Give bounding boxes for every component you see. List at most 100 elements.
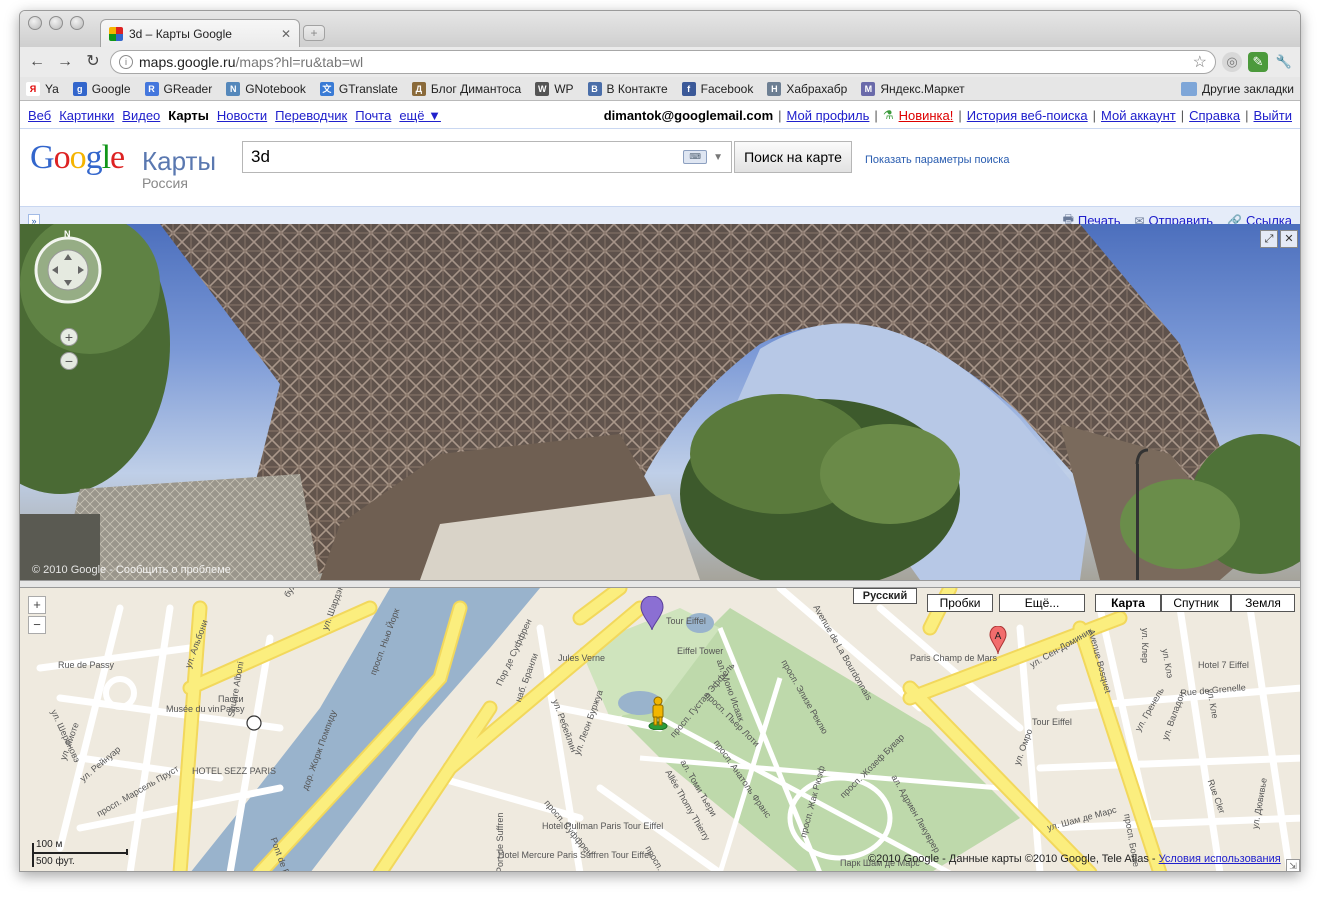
google-maps-logo[interactable]: Google Карты Россия — [30, 139, 230, 195]
new-feature-link[interactable]: Новинка! — [899, 108, 954, 123]
new-tab-button[interactable]: + — [303, 25, 325, 41]
logo-product-name: Карты — [142, 146, 217, 176]
bookmark-label: WP — [554, 81, 574, 96]
forward-icon[interactable]: → — [54, 51, 76, 73]
terms-of-use-link[interactable]: Условия использования — [1159, 853, 1281, 865]
bookmark-item[interactable]: Я Ya — [26, 81, 59, 96]
result-marker-icon[interactable]: A — [989, 626, 1007, 654]
logout-link[interactable]: Выйти — [1254, 108, 1293, 123]
service-link[interactable]: Картинки — [59, 108, 114, 123]
search-map-button[interactable]: Поиск на карте — [734, 141, 852, 173]
bookmark-item[interactable]: M Яндекс.Маркет — [861, 81, 965, 96]
service-link[interactable]: Карты — [168, 108, 209, 123]
service-link[interactable]: Видео — [122, 108, 160, 123]
browser-toolbar: ← → ↻ i maps.google.ru/maps?hl=ru&tab=wl… — [20, 47, 1300, 77]
map-canvas[interactable]: бул. Делессерул. ШардэнRue de Passyул. А… — [20, 588, 1300, 871]
map-street-label: Hotel 7 Eiffel — [1198, 660, 1249, 670]
logo-letter: o — [69, 139, 87, 176]
bookmark-label: Google — [91, 81, 131, 96]
bookmark-item[interactable]: f Facebook — [681, 81, 754, 96]
bookmark-item[interactable]: B В Контакте — [587, 81, 668, 96]
bookmark-item[interactable]: Д Блог Димантоса — [411, 81, 521, 96]
browser-window: 3d – Карты Google ✕ + ← → ↻ i maps.googl… — [19, 10, 1301, 872]
search-options-link[interactable]: Показать параметры поиска — [865, 154, 1009, 166]
panel-divider[interactable] — [20, 580, 1300, 588]
map-type-button[interactable]: Земля — [1231, 594, 1295, 612]
zoom-out-icon[interactable]: − — [60, 352, 78, 370]
service-link[interactable]: Веб — [28, 108, 51, 123]
service-link[interactable]: ещё ▼ — [399, 108, 441, 123]
bookmark-item[interactable]: 文 GTranslate — [319, 81, 398, 96]
google-wordmark: Google — [30, 139, 125, 176]
other-bookmarks[interactable]: Другие закладки — [1181, 81, 1294, 96]
help-link[interactable]: Справка — [1189, 108, 1240, 123]
bookmark-favicon-icon: N — [226, 81, 241, 96]
my-account-link[interactable]: Мой аккаунт — [1101, 108, 1176, 123]
evernote-extension-icon[interactable]: ✎ — [1248, 52, 1268, 72]
bookmark-item[interactable]: N GNotebook — [226, 81, 306, 96]
purple-marker-icon[interactable] — [640, 596, 664, 630]
map-street-label: ул. Клер — [1140, 628, 1150, 664]
logo-letter: o — [53, 139, 71, 176]
google-bar: Веб Картинки Видео Карты Новости Переводчик По… — [20, 102, 1300, 128]
map-zoom-in-icon[interactable]: + — [28, 596, 46, 614]
minimize-window-icon[interactable] — [49, 16, 63, 30]
chevron-down-icon[interactable]: ▼ — [713, 152, 723, 163]
address-bar[interactable]: i maps.google.ru/maps?hl=ru&tab=wl ☆ — [110, 50, 1216, 74]
globe-extension-icon[interactable]: ◎ — [1222, 52, 1242, 72]
map-type-button[interactable]: Карта — [1095, 594, 1161, 612]
reload-icon[interactable]: ↻ — [82, 51, 104, 73]
wrench-menu-icon[interactable]: 🔧 — [1274, 52, 1294, 72]
map-zoom-control: + − — [28, 596, 46, 636]
service-link[interactable]: Переводчик — [275, 108, 347, 123]
bookmark-label: GNotebook — [245, 81, 306, 96]
page-info-icon[interactable]: i — [119, 55, 133, 69]
bookmark-star-icon[interactable]: ☆ — [1193, 52, 1207, 72]
flask-icon: ⚗ — [882, 108, 894, 122]
bookmark-item[interactable]: g Google — [72, 81, 131, 96]
more-layers-button[interactable]: Ещё... — [999, 594, 1085, 612]
bookmark-item[interactable]: H Хабрахабр — [767, 81, 847, 96]
map-street-label: Paris Champ de Mars — [910, 653, 998, 663]
browser-tab[interactable]: 3d – Карты Google ✕ — [100, 19, 300, 47]
bookmark-favicon-icon: B — [587, 81, 602, 96]
bookmark-item[interactable]: W WP — [535, 81, 574, 96]
url-text[interactable]: maps.google.ru/maps?hl=ru&tab=wl — [139, 54, 1187, 70]
pegman-icon[interactable] — [648, 696, 668, 730]
bookmark-label: Facebook — [700, 81, 754, 96]
map-type-button[interactable]: Спутник — [1161, 594, 1231, 612]
map-street-label: HOTEL SEZZ PARIS — [192, 766, 277, 776]
tab-close-icon[interactable]: ✕ — [281, 27, 291, 41]
bookmark-label: GReader — [163, 81, 213, 96]
close-street-view-icon[interactable]: ✕ — [1280, 230, 1298, 248]
street-view-copyright: © 2010 Google - Сообщить о проблеме — [32, 564, 231, 576]
maps-favicon-icon — [109, 26, 123, 41]
close-window-icon[interactable] — [28, 16, 42, 30]
fullscreen-icon[interactable]: ⤢ — [1260, 230, 1278, 248]
back-icon[interactable]: ← — [26, 51, 48, 73]
bookmark-favicon-icon: Д — [411, 81, 426, 96]
traffic-button[interactable]: Пробки — [927, 594, 993, 612]
virtual-keyboard-icon[interactable]: ⌨ — [683, 150, 708, 164]
bookmark-favicon-icon: W — [535, 81, 550, 96]
title-bar: 3d – Карты Google ✕ + — [20, 11, 1300, 47]
search-input-value[interactable]: 3d — [251, 147, 683, 167]
resize-corner-icon[interactable]: ⇲ — [1286, 859, 1300, 871]
zoom-in-icon[interactable]: + — [60, 328, 78, 346]
overlay-controls: Пробки Ещё... — [927, 594, 1085, 612]
street-view-image — [20, 224, 1300, 580]
street-view-zoom: + − — [60, 328, 78, 372]
language-button[interactable]: Русский — [853, 588, 917, 604]
street-view-panorama[interactable]: N + − ⤢ ✕ © 2010 Google - Сообщить о про… — [20, 224, 1300, 580]
maps-header: Google Карты Россия 3d ⌨ ▼ Поиск на карт… — [20, 128, 1300, 206]
pan-control[interactable] — [32, 234, 104, 306]
my-profile-link[interactable]: Мой профиль — [787, 108, 870, 123]
search-history-link[interactable]: История веб-поиска — [967, 108, 1088, 123]
bookmark-favicon-icon: M — [861, 81, 876, 96]
zoom-window-icon[interactable] — [70, 16, 84, 30]
bookmark-item[interactable]: R GReader — [144, 81, 213, 96]
search-input[interactable]: 3d ⌨ ▼ — [242, 141, 732, 173]
service-link[interactable]: Новости — [217, 108, 267, 123]
service-link[interactable]: Почта — [355, 108, 391, 123]
map-zoom-out-icon[interactable]: − — [28, 616, 46, 634]
